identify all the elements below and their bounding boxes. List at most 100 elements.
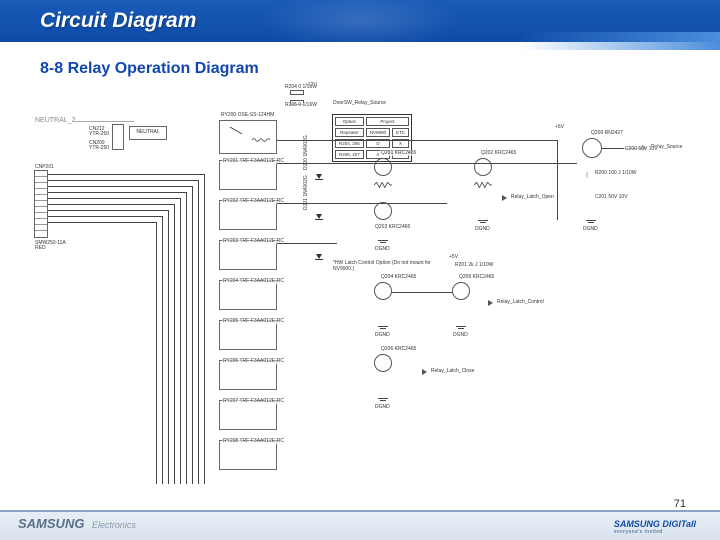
r205-label: R205 0 1/16W bbox=[284, 102, 318, 108]
wire bbox=[48, 204, 174, 205]
wire bbox=[48, 180, 198, 181]
footer-logo-top: SAMSUNG DIGITall bbox=[614, 519, 696, 529]
wire bbox=[48, 192, 186, 193]
q203-label: Q203 KRC2465 bbox=[374, 224, 411, 230]
wire bbox=[48, 174, 204, 175]
diode-icon bbox=[316, 214, 322, 219]
ry201-label: RY201 TRF-F3AA012E-RC bbox=[222, 158, 285, 164]
wire bbox=[156, 222, 157, 484]
connector-cnp201 bbox=[34, 170, 48, 238]
wire bbox=[392, 292, 452, 293]
wire bbox=[204, 174, 205, 484]
transistor-icon bbox=[374, 158, 392, 176]
q206-label: Q206 KRC2465 bbox=[380, 346, 417, 352]
relay-block bbox=[219, 280, 277, 310]
r201-label: R201 2k J 1/10W bbox=[454, 262, 494, 268]
ry203-label: RY203 TRF-F3AA012E-RC bbox=[222, 238, 285, 244]
footer-brand: SAMSUNG bbox=[0, 512, 84, 531]
relay-latch-control-label: Relay_Latch_Control bbox=[496, 299, 545, 305]
diode-icon bbox=[316, 174, 322, 179]
td: Repeater bbox=[335, 128, 364, 137]
arrow-icon bbox=[422, 369, 427, 375]
transistor-icon bbox=[474, 158, 492, 176]
wire bbox=[74, 121, 134, 122]
relay-block bbox=[219, 440, 277, 470]
r200-label: R200 100 J 1/10W bbox=[594, 170, 637, 176]
arrow-icon bbox=[502, 195, 507, 201]
wire bbox=[48, 222, 156, 223]
footer-logo-sub: everyone's invited bbox=[614, 529, 696, 535]
q200-label: Q200 RN2427 bbox=[590, 130, 624, 136]
footer-logo: SAMSUNG DIGITall everyone's invited bbox=[614, 519, 696, 535]
td: NV9900 bbox=[366, 128, 390, 137]
page-number: 71 bbox=[674, 498, 686, 510]
relay-latch-open-label: Relay_Latch_Open bbox=[510, 194, 555, 200]
hw-latch-note: *HW Latch Control Option (Do not mount f… bbox=[332, 260, 442, 272]
relay-block bbox=[219, 240, 277, 270]
wire bbox=[277, 163, 577, 164]
ry206-label: RY206 TRF-F3AA012E-RC bbox=[222, 358, 285, 364]
q202-label: Q202 KRC2465 bbox=[480, 150, 517, 156]
5v-label2: +5V bbox=[554, 124, 565, 130]
dgnd-label3: DGND bbox=[374, 332, 391, 338]
wire bbox=[162, 216, 163, 484]
transistor-icon bbox=[374, 354, 392, 372]
diode-icon bbox=[316, 254, 322, 259]
relay-block bbox=[219, 400, 277, 430]
dgnd-label4: DGND bbox=[452, 332, 469, 338]
wire bbox=[174, 204, 175, 484]
th: Option bbox=[335, 117, 364, 126]
relay-block bbox=[219, 200, 277, 230]
ry208-label: RY208 TRF-F3AA012E-RC bbox=[222, 438, 285, 444]
header-swoosh bbox=[520, 32, 720, 50]
wire bbox=[277, 243, 337, 244]
wire bbox=[557, 140, 558, 220]
title-bar: Circuit Diagram bbox=[0, 0, 720, 42]
5v-label: +5V bbox=[448, 254, 459, 260]
relay-block bbox=[219, 360, 277, 390]
ry202-label: RY202 TRF-F3AA012E-RC bbox=[222, 198, 285, 204]
relay-coil-icon bbox=[252, 137, 270, 143]
c200-label: C200 50V 10V bbox=[624, 146, 659, 152]
relay-latch-close-label: Relay_Latch_Close bbox=[430, 368, 475, 374]
wire bbox=[168, 210, 169, 484]
transistor-icon bbox=[582, 138, 602, 158]
conn-cn212 bbox=[112, 124, 124, 150]
resistor-icon bbox=[374, 182, 392, 188]
circuit-diagram: NEUTRAL_2 NEUTRAL CN212 YTR-250 CN200 YT… bbox=[34, 82, 700, 494]
q204-label: Q204 KRC2465 bbox=[380, 274, 417, 280]
footer: SAMSUNG Electronics SAMSUNG DIGITall eve… bbox=[0, 510, 720, 540]
wire bbox=[198, 180, 199, 484]
td: R205, 207 bbox=[335, 150, 364, 159]
neutral-box: NEUTRAL bbox=[129, 126, 167, 140]
transistor-icon bbox=[374, 282, 392, 300]
ytr250-label: YTR-250 bbox=[88, 131, 110, 137]
wire bbox=[48, 186, 192, 187]
wire bbox=[180, 198, 181, 484]
wire bbox=[48, 210, 168, 211]
dgnd-label6: DGND bbox=[582, 226, 599, 232]
c201-label: C201 50V 10V bbox=[594, 194, 629, 200]
dgnd-label2: DGND bbox=[474, 226, 491, 232]
ry200-label: RY200 OSE-SS-124HM bbox=[220, 112, 275, 118]
r204-label: R204 0 1/16W bbox=[284, 84, 318, 90]
wire bbox=[186, 192, 187, 484]
q205-label: Q205 KRC2465 bbox=[458, 274, 495, 280]
red-label: RED bbox=[34, 245, 47, 251]
wire bbox=[277, 140, 557, 141]
relay-block bbox=[219, 160, 277, 190]
wire bbox=[192, 186, 193, 484]
ytr250-label2: YTR-250 bbox=[88, 145, 110, 151]
dgnd-label: DGND bbox=[374, 246, 391, 252]
dgnd-label5: DGND bbox=[374, 404, 391, 410]
ry205-label: RY205 TRF-F3AA012E-RC bbox=[222, 318, 285, 324]
td: ETC bbox=[392, 128, 409, 137]
ry204-label: RY204 TRF-F3AA012E-RC bbox=[222, 278, 285, 284]
resistor-icon bbox=[474, 182, 492, 188]
ry207-label: RY207 TRF-F3AA012E-RC bbox=[222, 398, 285, 404]
r204 bbox=[290, 90, 304, 95]
relay-block bbox=[219, 320, 277, 350]
page-title: Circuit Diagram bbox=[0, 0, 720, 33]
d101-label: D101 1N4002G bbox=[303, 174, 309, 211]
subtitle: 8-8 Relay Operation Diagram bbox=[40, 60, 720, 78]
